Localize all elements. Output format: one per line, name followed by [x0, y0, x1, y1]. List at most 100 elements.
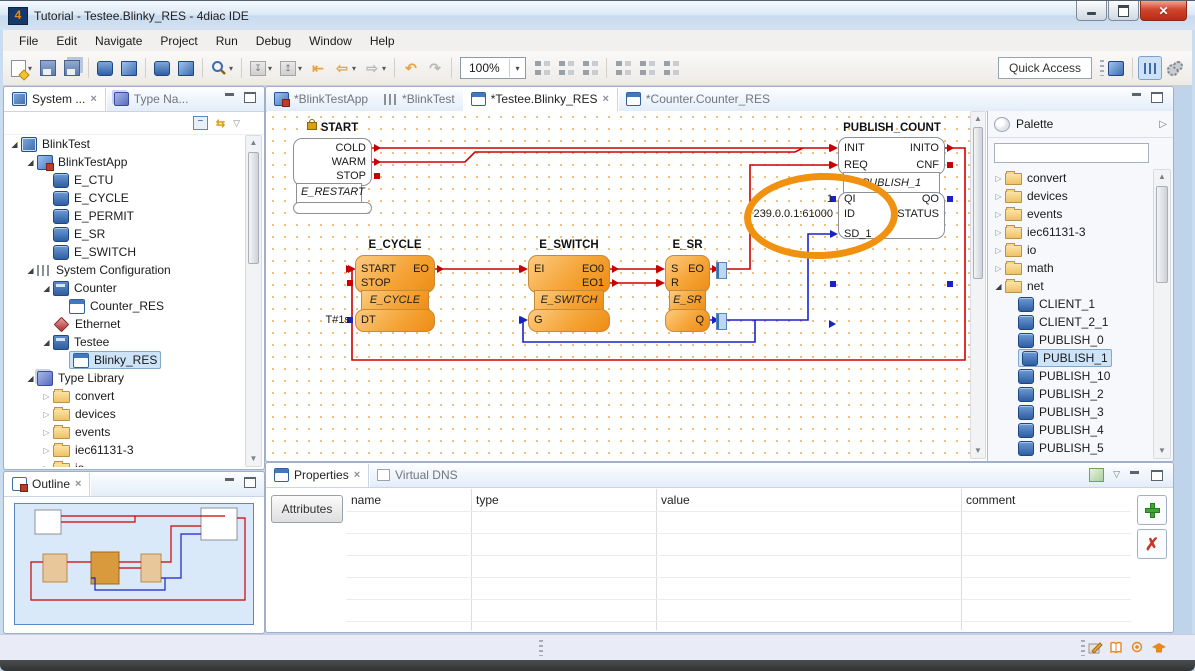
tab-counter-counter-res[interactable]: *Counter.Counter_RES	[618, 88, 778, 111]
minimize-button[interactable]	[1076, 1, 1107, 21]
gears-perspective-icon[interactable]	[1164, 57, 1186, 79]
data-pin-id[interactable]	[830, 281, 836, 287]
palette-item-publish-1[interactable]: PUBLISH_1	[992, 349, 1151, 367]
search-icon[interactable]	[208, 57, 230, 79]
event-pin-stop[interactable]	[347, 280, 353, 286]
save-all-icon[interactable]	[61, 57, 83, 79]
palette-item-publish-5[interactable]: PUBLISH_5	[992, 439, 1151, 457]
tree-item-e-sr[interactable]: E_SR	[8, 225, 244, 243]
collapse-all-icon[interactable]: −	[193, 116, 208, 130]
minimize-view-icon[interactable]	[224, 92, 237, 103]
link-with-editor-icon[interactable]: ⇆	[216, 117, 225, 130]
download-system-icon[interactable]	[94, 57, 116, 79]
maximize-view-icon[interactable]	[244, 92, 256, 103]
deploy-icon[interactable]	[118, 57, 140, 79]
tab-virtual-dns[interactable]: Virtual DNS	[369, 464, 465, 487]
zoom-dropdown-icon[interactable]: ▾	[509, 59, 525, 77]
tree-item-blinktest[interactable]: ◢BlinkTest	[8, 135, 244, 153]
event-pin-cold[interactable]	[374, 144, 381, 152]
palette-folder-devices[interactable]: ▷devices	[992, 187, 1151, 205]
event-pin-eo1[interactable]	[612, 279, 619, 287]
zoom-select[interactable]: 100% ▾	[460, 57, 526, 79]
minimize-view-icon[interactable]	[224, 477, 237, 488]
palette-item-publish-2[interactable]: PUBLISH_2	[992, 385, 1151, 403]
quick-access-field[interactable]: Quick Access	[998, 57, 1092, 79]
pencil-icon[interactable]	[1087, 640, 1104, 656]
palette-folder-net[interactable]: ◢net	[992, 277, 1151, 295]
tree-item-counter[interactable]: ◢Counter	[8, 279, 244, 297]
tab-close-icon[interactable]: ×	[354, 469, 360, 481]
graduation-cap-icon[interactable]	[1150, 640, 1167, 656]
palette-folder-convert[interactable]: ▷convert	[992, 169, 1151, 187]
canvas-scrollbar[interactable]: ▲ ▼	[970, 111, 986, 459]
data-pin-status[interactable]	[947, 281, 953, 287]
new-app-icon[interactable]	[175, 57, 197, 79]
fb-e-sr[interactable]: S EO R E_SR Q	[665, 255, 710, 332]
menu-project[interactable]: Project	[151, 32, 206, 50]
event-pin-req[interactable]	[829, 161, 836, 169]
watch-marker[interactable]	[716, 262, 727, 279]
event-pin-r[interactable]	[656, 279, 663, 287]
medal-icon[interactable]	[1129, 640, 1146, 656]
palette-scrollbar[interactable]: ▲ ▼	[1153, 169, 1171, 459]
view-menu-icon[interactable]: ▽	[1113, 469, 1120, 480]
column-type[interactable]: type	[471, 489, 661, 512]
fb-e-cycle[interactable]: START EO STOP E_CYCLE DT	[355, 255, 435, 332]
column-name[interactable]: name	[346, 489, 476, 512]
attributes-side-tab[interactable]: Attributes	[271, 495, 343, 523]
undo-icon[interactable]: ↶	[400, 57, 422, 79]
new-attribute-icon[interactable]	[1089, 468, 1104, 482]
explorer-scrollbar[interactable]: ▲ ▼	[245, 135, 262, 467]
watch-marker[interactable]	[716, 313, 727, 330]
menu-window[interactable]: Window	[300, 32, 361, 50]
palette-item-client-1[interactable]: CLIENT_1	[992, 295, 1151, 313]
new-wizard-icon[interactable]	[7, 57, 29, 79]
prev-annotation-dropdown-icon[interactable]: ▾	[298, 64, 306, 73]
fb-e-switch[interactable]: EI EO0 EO1 E_SWITCH G	[528, 255, 610, 332]
fb-layout-icon-1[interactable]	[531, 57, 553, 79]
outline-thumbnail[interactable]	[14, 503, 254, 625]
fb-network-canvas[interactable]: START COLD WARM STOP E_RESTART PUBLISH_C…	[267, 111, 986, 459]
fb-layout-icon-3[interactable]	[579, 57, 601, 79]
event-pin-ei[interactable]	[519, 265, 526, 273]
menu-debug[interactable]: Debug	[247, 32, 300, 50]
palette-folder-io[interactable]: ▷io	[992, 241, 1151, 259]
column-comment[interactable]: comment	[961, 489, 1131, 512]
event-pin-warm[interactable]	[374, 158, 381, 166]
menu-edit[interactable]: Edit	[47, 32, 86, 50]
palette-filter-input[interactable]	[994, 143, 1149, 163]
tree-item-e-switch[interactable]: E_SWITCH	[8, 243, 244, 261]
dt-value[interactable]: T#1s	[326, 313, 350, 327]
tree-item-testee[interactable]: ◢Testee	[8, 333, 244, 351]
forward-icon[interactable]: ⇨	[361, 57, 383, 79]
open-perspective-icon[interactable]	[1105, 57, 1127, 79]
column-value[interactable]: value	[656, 489, 966, 512]
tree-item-e-permit[interactable]: E_PERMIT	[8, 207, 244, 225]
tree-item-e-ctu[interactable]: E_CTU	[8, 171, 244, 189]
tab-close-icon[interactable]: ×	[75, 478, 81, 490]
event-pin-eo[interactable]	[437, 265, 444, 273]
menu-help[interactable]: Help	[361, 32, 404, 50]
delete-attribute-button[interactable]: ✗	[1137, 529, 1167, 559]
palette-pin-arrow-icon[interactable]: ▷	[1159, 119, 1167, 130]
close-button[interactable]: ✕	[1140, 1, 1187, 21]
forward-dropdown-icon[interactable]: ▾	[382, 64, 390, 73]
tree-item-io[interactable]: ▷io	[8, 459, 244, 467]
palette-folder-math[interactable]: ▷math	[992, 259, 1151, 277]
fb-start[interactable]: COLD WARM STOP E_RESTART	[293, 138, 372, 214]
maximize-view-icon[interactable]	[1151, 470, 1163, 481]
data-pin-g[interactable]	[519, 316, 526, 324]
tree-item-type-library[interactable]: ◢Type Library	[8, 369, 244, 387]
data-pin-qo[interactable]	[947, 196, 953, 202]
palette-item-client-2-1[interactable]: CLIENT_2_1	[992, 313, 1151, 331]
palette-item-publish-3[interactable]: PUBLISH_3	[992, 403, 1151, 421]
tree-item-convert[interactable]: ▷convert	[8, 387, 244, 405]
tab-properties[interactable]: Properties ×	[266, 464, 369, 487]
data-pin-sd1[interactable]	[829, 320, 836, 328]
tree-item-system-configuration[interactable]: ◢System Configuration	[8, 261, 244, 279]
palette-item-publish-0[interactable]: PUBLISH_0	[992, 331, 1151, 349]
menu-file[interactable]: File	[10, 32, 47, 50]
maximize-view-icon[interactable]	[244, 477, 256, 488]
event-pin-s[interactable]	[656, 265, 663, 273]
palette-folder-events[interactable]: ▷events	[992, 205, 1151, 223]
